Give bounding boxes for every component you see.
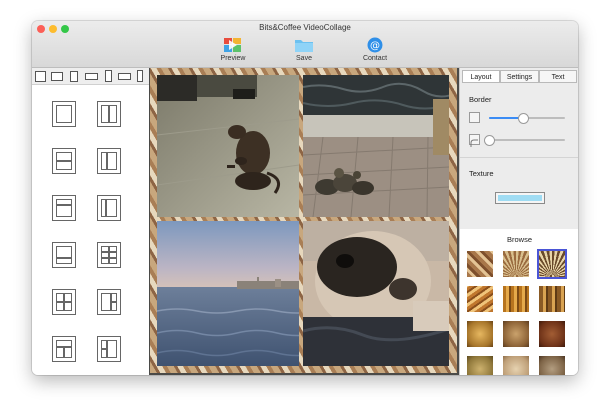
inspector-panel: Layout Settings Text Border Texture Brow… bbox=[459, 68, 578, 375]
texture-thumbnail[interactable] bbox=[467, 321, 493, 347]
texture-browser: Browse bbox=[460, 229, 578, 375]
border-width-knob[interactable] bbox=[518, 113, 530, 124]
contact-button[interactable]: @ Contact bbox=[350, 37, 400, 65]
at-sign-icon: @ bbox=[367, 37, 383, 53]
border-width-slider[interactable] bbox=[489, 113, 565, 124]
texture-thumbnail[interactable] bbox=[467, 286, 493, 312]
texture-section-label: Texture bbox=[469, 169, 494, 178]
aspect-tall-option[interactable] bbox=[137, 70, 143, 82]
preview-label: Preview bbox=[220, 55, 246, 62]
layout-sidebar-left[interactable] bbox=[97, 195, 121, 221]
layout-wide-narrow-columns[interactable] bbox=[97, 148, 121, 174]
border-section-label: Border bbox=[469, 95, 492, 104]
title-bar: Bits&Coffee VideoCollage Preview Save @ bbox=[32, 21, 578, 68]
texture-thumbnail[interactable] bbox=[503, 251, 529, 277]
texture-thumbnail[interactable] bbox=[539, 286, 565, 312]
layout-grid-2x2[interactable] bbox=[52, 289, 76, 315]
tab-settings[interactable]: Settings bbox=[500, 70, 539, 83]
layout-top-wide-bottom-split[interactable] bbox=[52, 336, 76, 362]
window-title: Bits&Coffee VideoCollage bbox=[259, 23, 351, 32]
layout-grid-large-right[interactable] bbox=[97, 336, 121, 362]
collage-cell-seaside-video[interactable] bbox=[157, 221, 299, 366]
collage-border-texture bbox=[150, 68, 457, 373]
texture-thumbnail[interactable] bbox=[503, 321, 529, 347]
save-label: Save bbox=[296, 55, 312, 62]
texture-thumbnail[interactable] bbox=[537, 249, 567, 279]
layout-grid-2x3[interactable] bbox=[97, 242, 121, 268]
layout-two-rows[interactable] bbox=[52, 148, 76, 174]
collage-cell-cat-video[interactable] bbox=[157, 75, 299, 217]
preview-icon bbox=[224, 38, 241, 52]
aspect-ratio-bar bbox=[32, 68, 149, 85]
aspect-9x16-option[interactable] bbox=[105, 70, 112, 82]
texture-thumbnail[interactable] bbox=[467, 356, 493, 375]
svg-text:@: @ bbox=[370, 41, 380, 52]
texture-thumbnail[interactable] bbox=[539, 321, 565, 347]
aspect-16x9-option[interactable] bbox=[85, 73, 98, 80]
collage-canvas bbox=[149, 68, 459, 375]
border-width-icon bbox=[469, 112, 480, 123]
layout-templates-panel bbox=[32, 68, 149, 375]
layout-two-columns[interactable] bbox=[97, 101, 121, 127]
contact-label: Contact bbox=[362, 55, 388, 62]
collage-cell-ducklings-video[interactable] bbox=[303, 75, 449, 217]
texture-thumbnail[interactable] bbox=[467, 251, 493, 277]
cat-video-frame bbox=[157, 75, 299, 217]
tab-text[interactable]: Text bbox=[539, 70, 577, 83]
texture-thumbnail[interactable] bbox=[503, 356, 529, 375]
layout-grid-large-left[interactable] bbox=[97, 289, 121, 315]
aspect-wide-option[interactable] bbox=[118, 73, 131, 80]
layout-banner-bottom[interactable] bbox=[52, 242, 76, 268]
corner-radius-icon bbox=[469, 134, 480, 147]
ducklings-video-frame bbox=[303, 75, 449, 217]
preview-button[interactable]: Preview bbox=[208, 37, 258, 65]
border-width-row bbox=[469, 112, 569, 124]
texture-thumbnail[interactable] bbox=[539, 356, 565, 375]
app-window: Bits&Coffee VideoCollage Preview Save @ bbox=[32, 21, 578, 375]
folder-icon bbox=[295, 40, 313, 52]
seaside-video-frame bbox=[157, 221, 299, 366]
corner-radius-row bbox=[469, 134, 569, 147]
tab-layout[interactable]: Layout bbox=[462, 70, 500, 83]
section-divider bbox=[460, 157, 578, 158]
pug-video-frame bbox=[303, 221, 449, 366]
aspect-3x4-option[interactable] bbox=[70, 71, 78, 82]
texture-color-well[interactable] bbox=[495, 192, 545, 204]
inspector-tabs: Layout Settings Text bbox=[462, 70, 578, 83]
save-button[interactable]: Save bbox=[279, 37, 329, 65]
browse-label: Browse bbox=[506, 235, 532, 244]
layout-single[interactable] bbox=[52, 101, 76, 127]
collage-cell-pug-video[interactable] bbox=[303, 221, 449, 366]
corner-radius-slider[interactable] bbox=[484, 135, 565, 146]
layout-banner-top[interactable] bbox=[52, 195, 76, 221]
corner-radius-knob[interactable] bbox=[484, 135, 495, 146]
texture-thumbnail[interactable] bbox=[503, 286, 529, 312]
aspect-square-option[interactable] bbox=[35, 71, 46, 82]
aspect-4x3-option[interactable] bbox=[51, 72, 63, 81]
